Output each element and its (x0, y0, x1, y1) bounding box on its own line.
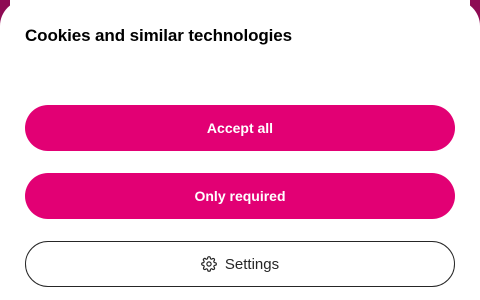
only-required-button[interactable]: Only required (25, 173, 455, 219)
accept-all-label: Accept all (206, 120, 274, 136)
accept-all-button[interactable]: Accept all (25, 105, 455, 151)
settings-button[interactable]: Settings (25, 241, 455, 287)
cookie-consent-dialog: Cookies and similar technologies Accept … (0, 0, 480, 300)
only-required-label: Only required (194, 188, 286, 204)
settings-label: Settings (224, 255, 280, 273)
gear-icon (201, 256, 217, 272)
dialog-title: Cookies and similar technologies (25, 26, 292, 45)
